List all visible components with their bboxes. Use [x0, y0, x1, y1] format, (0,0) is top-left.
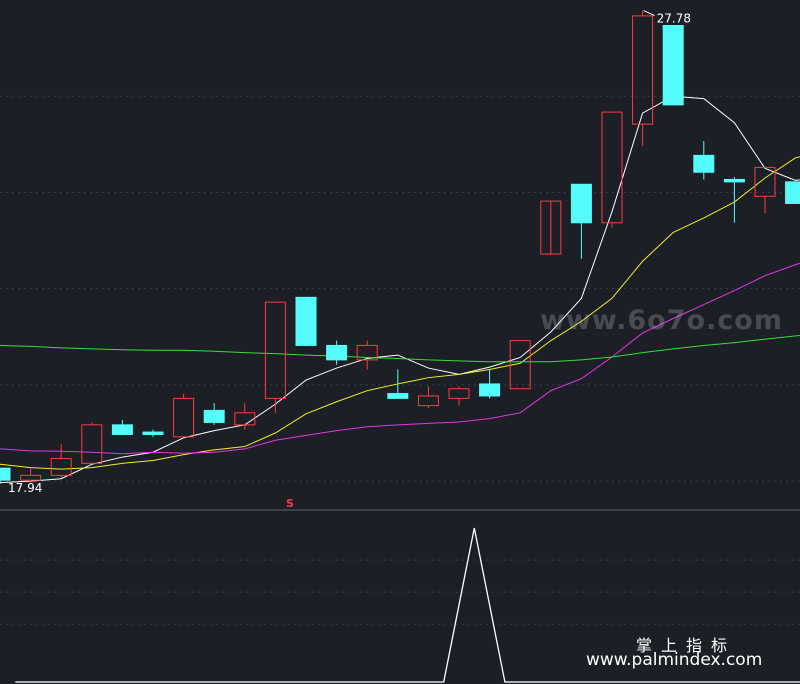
sell-signal-marker: S — [286, 497, 294, 510]
min-price-label: 17.94 — [8, 481, 42, 495]
watermark-site: www.palmindex.com — [586, 650, 763, 670]
candle-body — [203, 409, 225, 423]
candle-body — [417, 395, 439, 407]
candle-body — [479, 383, 501, 397]
candle-body — [0, 467, 11, 481]
candle-body — [387, 393, 409, 399]
max-pointer — [643, 10, 655, 17]
candle-body — [448, 388, 470, 399]
candle-body — [601, 111, 623, 224]
candle-body — [632, 15, 654, 125]
candle-body — [142, 431, 164, 435]
candle-body — [326, 344, 348, 361]
candle-body — [234, 412, 256, 426]
watermark-6070: www.6o7o.com — [540, 305, 783, 336]
candle-body — [662, 25, 684, 106]
chart-svg: 27.78 17.94 S — [0, 10, 800, 683]
candle-body — [20, 474, 42, 481]
candle-body — [81, 424, 103, 464]
candle-body — [111, 424, 133, 435]
kline-chart: 27.78 17.94 S — [0, 0, 800, 684]
ma-line — [0, 262, 800, 455]
candle-body — [723, 178, 745, 183]
candle-body — [264, 301, 286, 399]
max-price-label: 27.78 — [657, 12, 691, 26]
candle-body — [693, 154, 715, 173]
ma-line — [0, 334, 800, 363]
candle-body — [785, 181, 800, 205]
candle-body — [570, 183, 592, 224]
candle-body — [173, 397, 195, 438]
candle-body — [50, 458, 72, 476]
candle-body — [295, 296, 317, 346]
